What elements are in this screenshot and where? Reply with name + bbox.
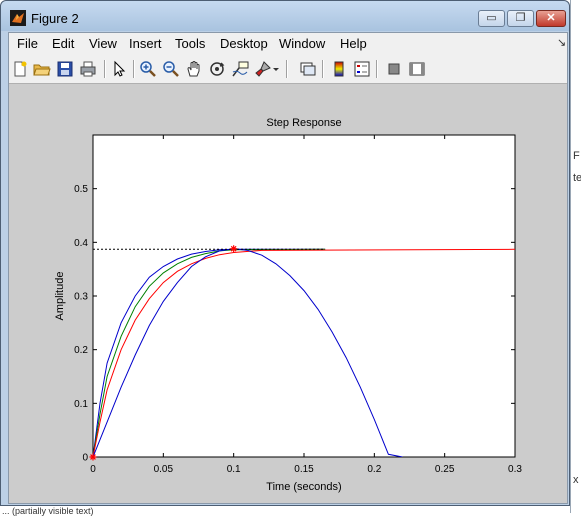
plot-area: [92, 134, 516, 458]
background-bottom-text: ... (partially visible text): [2, 506, 94, 516]
y-tick-label: 0.5: [74, 184, 88, 195]
background-text-fragment: x: [573, 474, 579, 486]
x-axis-label: Time (seconds): [266, 481, 341, 493]
y-tick-label: 0.4: [74, 238, 88, 249]
x-tick-label: 0.15: [294, 464, 314, 475]
background-text-fragment: F: [573, 150, 580, 162]
y-tick-label: 0.1: [74, 399, 88, 410]
background-text-fragment: te: [573, 172, 581, 184]
origin-marker: [89, 453, 97, 461]
chart-title: Step Response: [266, 117, 341, 129]
peak-marker: [230, 245, 238, 253]
step-response-chart[interactable]: 0 0.05 0.1 0.15 0.2 0.25 0.3 0 0.1 0.2 0.3 0.4 0.5 St…: [1, 1, 569, 505]
x-tick-label: 0.3: [508, 464, 522, 475]
background-window-edge: [570, 0, 581, 513]
y-tick-label: 0: [82, 453, 88, 464]
figure-window: Figure 2 ▭ ❐ ✕ File Edit View Insert Too…: [0, 0, 570, 506]
x-tick-label: 0.05: [154, 464, 174, 475]
x-tick-label: 0.1: [227, 464, 241, 475]
x-tick-label: 0.25: [435, 464, 455, 475]
x-tick-label: 0.2: [367, 464, 381, 475]
y-axis-label: Amplitude: [54, 272, 66, 321]
x-tick-label: 0: [90, 464, 96, 475]
y-tick-label: 0.2: [74, 345, 88, 356]
y-tick-label: 0.3: [74, 292, 88, 303]
